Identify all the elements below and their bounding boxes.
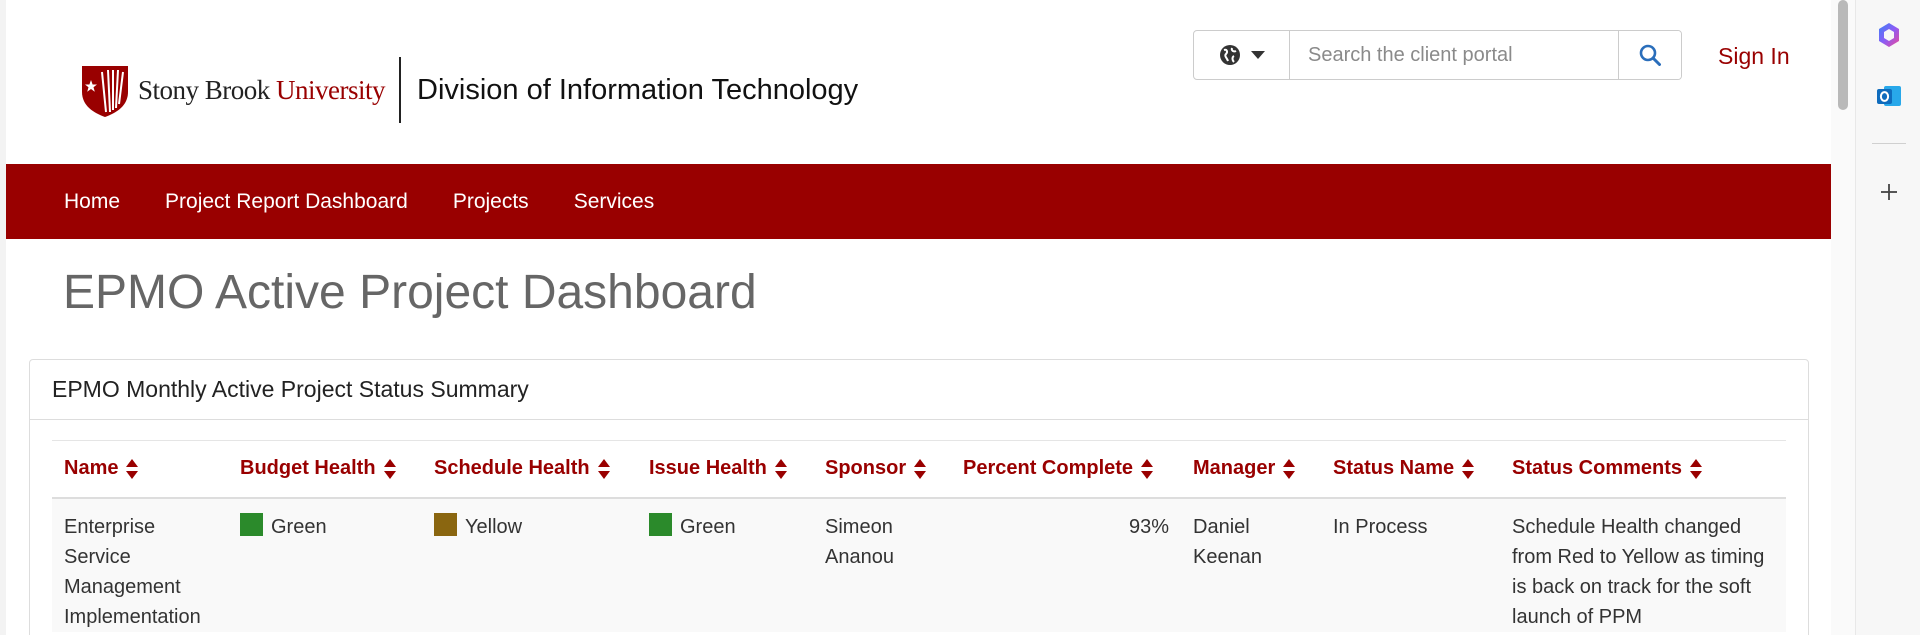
sort-icon xyxy=(774,458,787,479)
column-header-percent-complete[interactable]: Percent Complete xyxy=(951,440,1181,499)
cell-budget-health-text: Green xyxy=(271,515,327,538)
sort-icon xyxy=(1690,458,1703,479)
cell-percent-complete: 93% xyxy=(1128,515,1169,538)
column-header-label: Status Comments xyxy=(1512,457,1683,480)
page-title: EPMO Active Project Dashboard xyxy=(63,266,757,319)
column-header-label: Percent Complete xyxy=(963,457,1134,480)
caret-down-icon xyxy=(1250,50,1265,59)
outlook-icon[interactable] xyxy=(1875,82,1903,110)
browser-sidebar xyxy=(1855,0,1920,635)
sign-in-link[interactable]: Sign In xyxy=(1718,43,1790,70)
nav-item-home[interactable]: Home xyxy=(64,190,120,214)
table-header-row: Name Budget Health Schedule Health Issue… xyxy=(52,440,1786,499)
sort-icon xyxy=(1283,458,1296,479)
column-header-label: Schedule Health xyxy=(434,457,590,480)
sort-icon xyxy=(1462,458,1475,479)
sort-icon xyxy=(914,458,927,479)
column-header-schedule-health[interactable]: Schedule Health xyxy=(422,440,637,499)
sort-icon xyxy=(597,458,610,479)
column-header-label: Name xyxy=(64,457,119,480)
panel-heading: EPMO Monthly Active Project Status Summa… xyxy=(30,360,1808,420)
column-header-label: Budget Health xyxy=(240,457,376,480)
search-bar xyxy=(1193,30,1682,80)
cell-schedule-health: Yellow xyxy=(422,498,637,632)
column-header-label: Issue Health xyxy=(649,457,767,480)
health-swatch-green xyxy=(240,512,263,536)
brand-university-text: University xyxy=(276,74,386,105)
browser-page: Stony Brook University Division of Infor… xyxy=(0,0,1831,635)
copilot-icon[interactable] xyxy=(1875,21,1903,49)
cell-sponsor: Simeon Ananou xyxy=(825,515,894,568)
brand-name-text: Stony Brook xyxy=(138,74,270,105)
search-icon xyxy=(1639,44,1661,66)
project-status-table: Name Budget Health Schedule Health Issue… xyxy=(52,440,1786,632)
cell-status-name: In Process xyxy=(1333,515,1428,538)
column-header-status-comments[interactable]: Status Comments xyxy=(1500,440,1786,499)
column-header-status-name[interactable]: Status Name xyxy=(1321,440,1500,499)
sort-icon xyxy=(383,458,396,479)
division-name: Division of Information Technology xyxy=(417,73,859,106)
plus-icon[interactable] xyxy=(1875,178,1903,206)
column-header-sponsor[interactable]: Sponsor xyxy=(813,440,951,499)
brand-divider xyxy=(399,57,402,123)
column-header-name[interactable]: Name xyxy=(52,440,228,499)
nav-item-projects[interactable]: Projects xyxy=(453,190,529,214)
globe-icon xyxy=(1219,45,1240,65)
table-row: Enterprise Service Management Implementa… xyxy=(52,497,1786,632)
column-header-label: Manager xyxy=(1193,457,1276,480)
health-swatch-green xyxy=(649,512,672,536)
language-selector[interactable] xyxy=(1194,31,1290,79)
cell-issue-health-text: Green xyxy=(680,515,736,538)
cell-schedule-health-text: Yellow xyxy=(465,515,523,538)
site-logo[interactable]: Stony Brook University Division of Infor… xyxy=(80,55,858,125)
search-input[interactable] xyxy=(1290,31,1618,79)
nav-item-services[interactable]: Services xyxy=(574,190,655,214)
scrollbar-thumb[interactable] xyxy=(1838,0,1848,110)
cell-name: Enterprise Service Management Implementa… xyxy=(64,515,201,628)
sort-icon xyxy=(1141,458,1154,479)
main-nav: Home Project Report Dashboard Projects S… xyxy=(6,164,1831,239)
sidebar-divider xyxy=(1872,143,1906,144)
column-header-label: Status Name xyxy=(1333,457,1455,480)
cell-issue-health: Green xyxy=(637,498,813,632)
column-header-manager[interactable]: Manager xyxy=(1181,440,1321,499)
column-header-issue-health[interactable]: Issue Health xyxy=(637,440,813,499)
cell-manager: Daniel Keenan xyxy=(1193,515,1262,568)
cell-status-comments: Schedule Health changed from Red to Yell… xyxy=(1512,515,1765,628)
page-edge xyxy=(0,0,6,635)
brand-name: Stony Brook University xyxy=(138,74,386,106)
cell-budget-health: Green xyxy=(228,498,422,632)
column-header-budget-health[interactable]: Budget Health xyxy=(228,440,422,499)
nav-item-project-report-dashboard[interactable]: Project Report Dashboard xyxy=(165,190,408,214)
health-swatch-yellow xyxy=(434,512,457,536)
status-summary-panel: EPMO Monthly Active Project Status Summa… xyxy=(29,359,1809,635)
search-button[interactable] xyxy=(1618,31,1681,79)
stony-brook-seal-icon xyxy=(82,66,128,117)
sort-icon xyxy=(126,458,139,479)
column-header-label: Sponsor xyxy=(825,457,907,480)
